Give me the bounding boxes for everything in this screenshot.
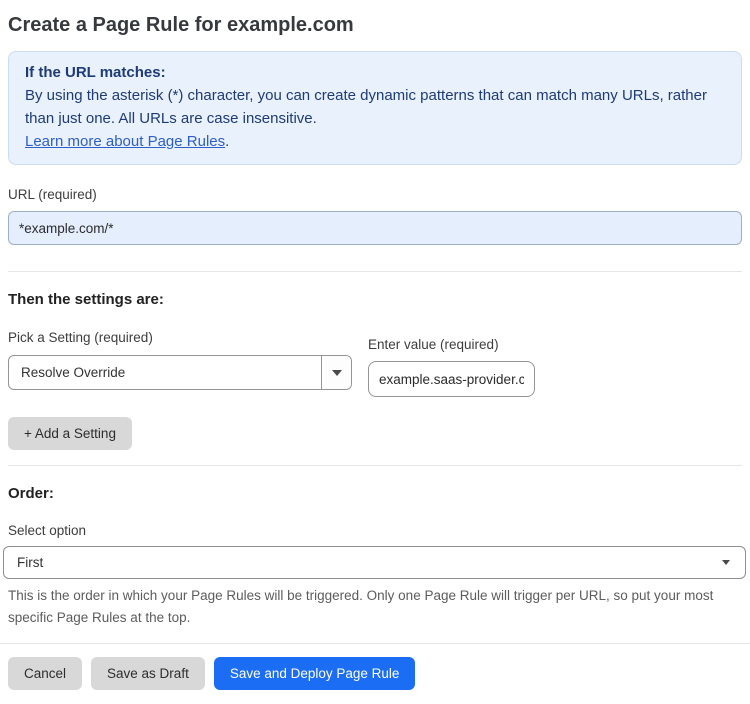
order-section-heading: Order: xyxy=(8,485,54,502)
info-box-link-line: Learn more about Page Rules. xyxy=(25,130,725,153)
page-title: Create a Page Rule for example.com xyxy=(8,14,354,36)
setting-value-input[interactable] xyxy=(368,361,535,397)
section-divider xyxy=(8,465,742,466)
chevron-down-icon xyxy=(331,369,342,376)
save-as-draft-button[interactable]: Save as Draft xyxy=(91,657,205,690)
footer-actions: Cancel Save as Draft Save and Deploy Pag… xyxy=(8,657,742,690)
setting-select-label: Pick a Setting (required) xyxy=(8,330,153,345)
setting-picker-column: Pick a Setting (required) Resolve Overri… xyxy=(8,328,352,390)
setting-select-arrow-button[interactable] xyxy=(321,356,351,389)
value-field-label: Enter value (required) xyxy=(368,337,499,352)
section-divider xyxy=(8,271,742,272)
chevron-down-icon xyxy=(722,560,730,565)
order-select-label: Select option xyxy=(8,523,87,538)
info-box-body: By using the asterisk (*) character, you… xyxy=(25,87,707,127)
cancel-button[interactable]: Cancel xyxy=(8,657,83,690)
settings-row: Pick a Setting (required) Resolve Overri… xyxy=(8,328,742,397)
setting-select-value: Resolve Override xyxy=(21,365,126,380)
settings-section-heading: Then the settings are: xyxy=(8,291,164,308)
order-select-value: First xyxy=(17,555,44,570)
link-suffix-period: . xyxy=(225,133,230,150)
create-page-rule-form: Create a Page Rule for example.com If th… xyxy=(0,13,750,690)
learn-more-page-rules-link[interactable]: Learn more about Page Rules xyxy=(25,133,225,150)
order-select[interactable]: First xyxy=(3,546,746,579)
info-box-heading: If the URL matches: xyxy=(25,64,166,81)
add-setting-button[interactable]: + Add a Setting xyxy=(8,417,132,450)
save-and-deploy-button[interactable]: Save and Deploy Page Rule xyxy=(213,657,416,690)
setting-value-column: Enter value (required) xyxy=(368,335,535,397)
url-input[interactable] xyxy=(8,211,742,245)
footer-divider xyxy=(0,643,750,644)
url-field-label: URL (required) xyxy=(8,187,97,202)
setting-select[interactable]: Resolve Override xyxy=(8,355,352,390)
url-match-info-box: If the URL matches: By using the asteris… xyxy=(8,51,742,165)
order-helper-text: This is the order in which your Page Rul… xyxy=(8,588,714,625)
